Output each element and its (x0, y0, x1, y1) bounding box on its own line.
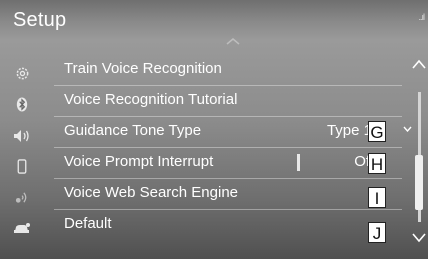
toggle-indicator (297, 154, 300, 171)
menu-item-voice-prompt-interrupt[interactable]: Voice Prompt Interrupt Off (54, 147, 402, 179)
menu-item-label: Train Voice Recognition (64, 60, 222, 77)
menu-item-train-voice-recognition[interactable]: Train Voice Recognition (54, 54, 402, 86)
menu-item-voice-recognition-tutorial[interactable]: Voice Recognition Tutorial (54, 85, 402, 117)
menu-item-label: Voice Web Search Engine (64, 184, 239, 201)
menu-item-label: Default (64, 215, 112, 232)
scrollbar-thumb[interactable] (415, 155, 423, 210)
gear-icon[interactable] (0, 58, 44, 89)
page-title: Setup (13, 9, 67, 31)
menu-item-default[interactable]: Default (54, 209, 402, 240)
menu-item-label: Voice Prompt Interrupt (64, 153, 214, 170)
callout-i: I (368, 187, 386, 208)
bluetooth-icon[interactable] (0, 89, 44, 120)
chevron-up-icon (226, 38, 240, 45)
car-icon[interactable] (0, 213, 44, 244)
callout-j: J (368, 222, 386, 243)
voice-icon[interactable] (0, 182, 44, 213)
signal-strength-icon: ..ıl (418, 12, 424, 22)
phone-icon[interactable] (0, 151, 44, 182)
callout-g: G (368, 121, 386, 142)
menu-item-voice-web-search-engine[interactable]: Voice Web Search Engine (54, 178, 402, 210)
menu-item-guidance-tone-type[interactable]: Guidance Tone Type Type 1 (54, 116, 412, 148)
menu-item-label: Voice Recognition Tutorial (64, 91, 238, 108)
scroll-up-icon[interactable] (411, 58, 427, 70)
scroll-down-icon[interactable] (411, 232, 427, 244)
menu-item-label: Guidance Tone Type (64, 122, 202, 139)
callout-h: H (368, 153, 386, 174)
setup-screen: Setup ..ıl Train Voice Recognition Voice… (0, 0, 428, 259)
guidance-tone-value: Type 1 (326, 122, 372, 139)
speaker-icon[interactable] (0, 120, 44, 151)
sidebar (0, 54, 44, 259)
chevron-down-icon (403, 126, 412, 132)
